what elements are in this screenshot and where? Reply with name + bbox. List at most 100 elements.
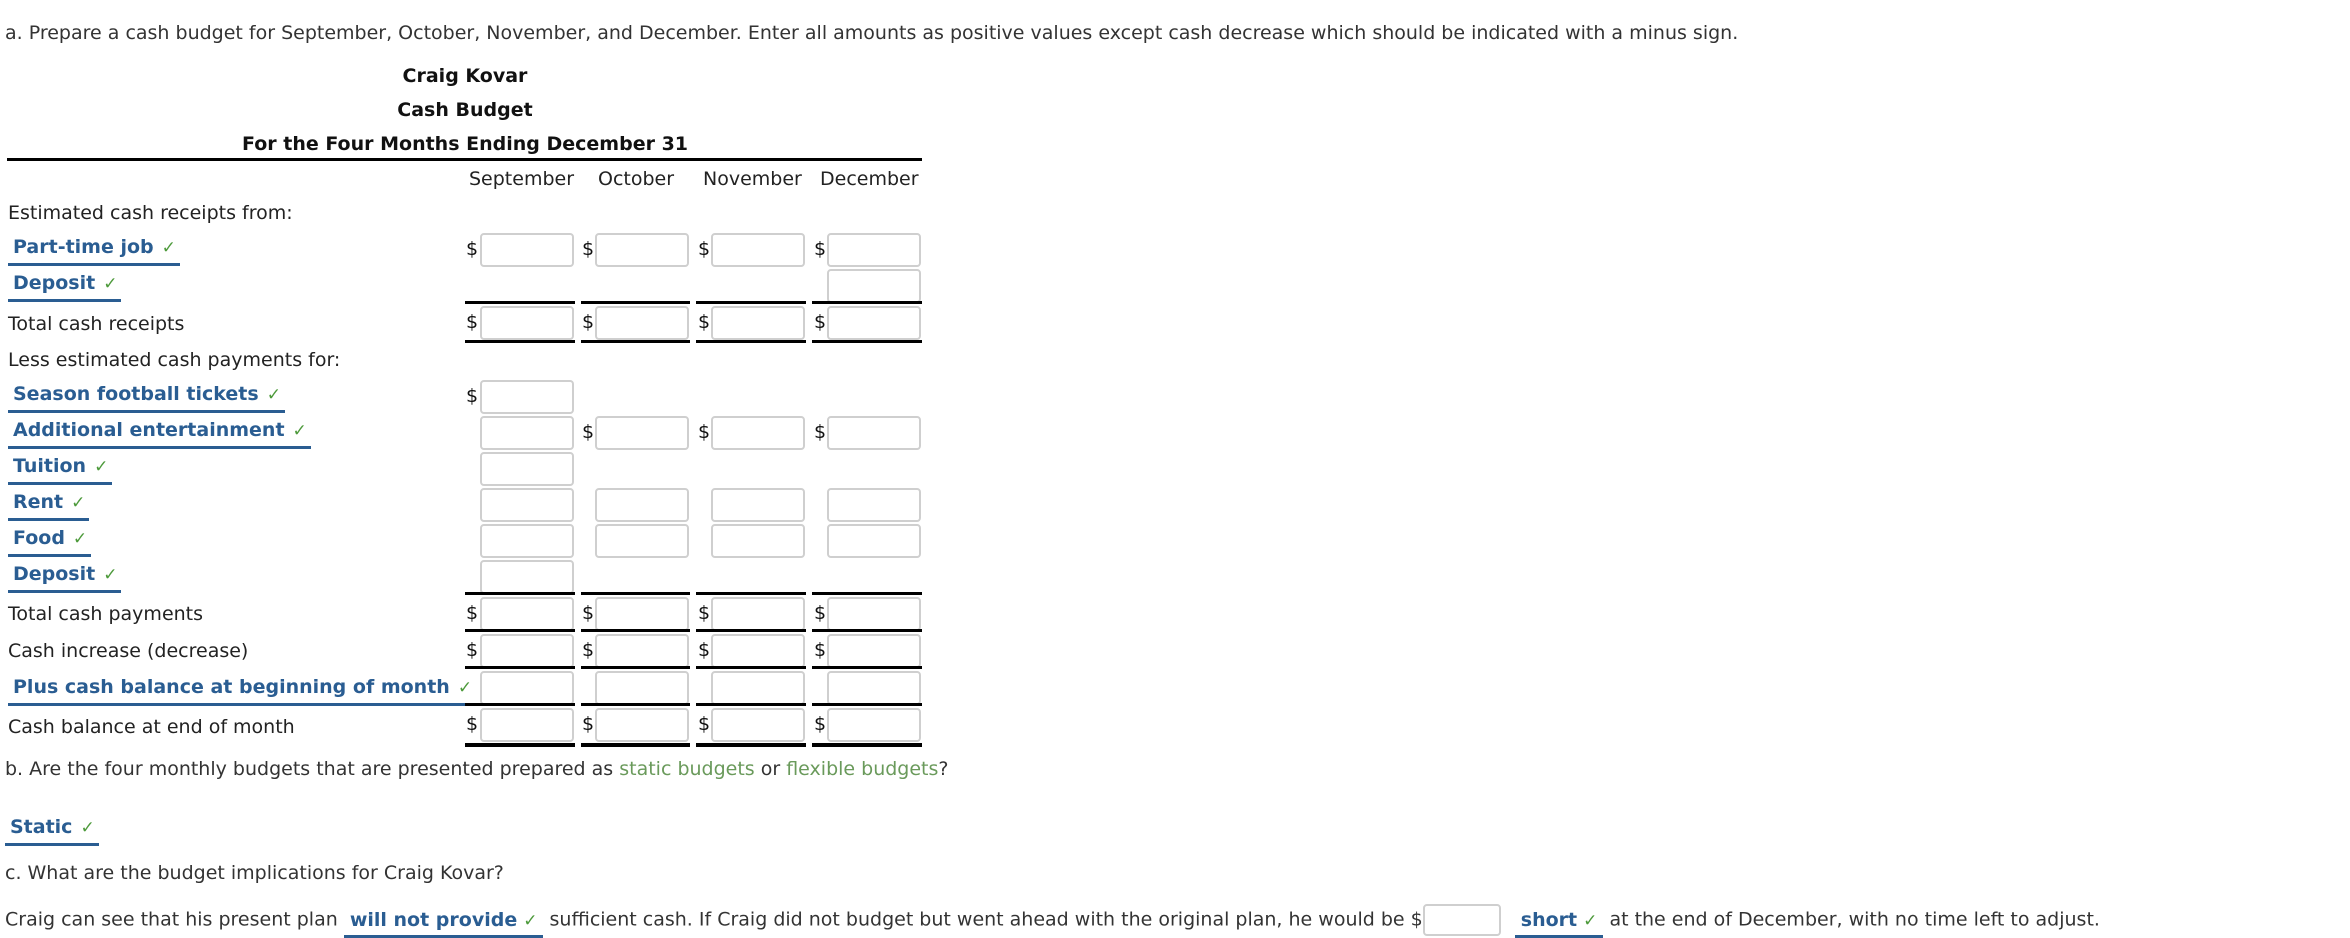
beginning-balance-select[interactable]: Plus cash balance at beginning of month ✓ [8, 676, 477, 706]
cash-change-november-input[interactable] [711, 634, 805, 668]
dollar-sign: $ [466, 385, 479, 407]
month-header-december: December [820, 168, 919, 190]
dollar-sign: $ [582, 713, 595, 735]
header-rule [7, 158, 922, 161]
total-rule [696, 629, 806, 632]
budget-type-select-value: Static [10, 816, 73, 838]
payment-6-september-input[interactable] [480, 560, 574, 594]
payment-3-september-input[interactable] [480, 452, 574, 486]
dollar-sign: $ [814, 311, 827, 333]
payment-5-november-input[interactable] [711, 524, 805, 558]
check-icon: ✓ [103, 274, 118, 294]
total-payments-october-input[interactable] [595, 597, 689, 631]
total-payments-december-input[interactable] [827, 597, 921, 631]
total-receipts-november-input[interactable] [711, 306, 805, 340]
payment-select-2[interactable]: Additional entertainment ✓ [8, 419, 311, 449]
dollar-sign: $ [582, 602, 595, 624]
total-rule [812, 301, 922, 304]
beginning-balance-october-input[interactable] [595, 671, 689, 705]
total-receipts-september-input[interactable] [480, 306, 574, 340]
beginning-balance-december-input[interactable] [827, 671, 921, 705]
total-payments-september-input[interactable] [480, 597, 574, 631]
payment-5-september-input[interactable] [480, 524, 574, 558]
receipt-1-december-input[interactable] [827, 233, 921, 267]
payment-select-5[interactable]: Food ✓ [8, 527, 92, 557]
total-receipts-december-input[interactable] [827, 306, 921, 340]
check-icon: ✓ [72, 529, 88, 549]
static-budgets-term[interactable]: static budgets [619, 758, 754, 780]
payment-4-october-input[interactable] [595, 488, 689, 522]
receipt-1-september-input[interactable] [480, 233, 574, 267]
end-balance-december-input[interactable] [827, 708, 921, 742]
check-icon: ✓ [94, 457, 109, 477]
receipt-2-december-input[interactable] [827, 269, 921, 303]
payment-1-september-input[interactable] [480, 380, 574, 414]
payment-5-october-input[interactable] [595, 524, 689, 558]
shortfall-amount-input[interactable] [1422, 904, 1501, 936]
end-balance-november-input[interactable] [711, 708, 805, 742]
beginning-balance-select-value: Plus cash balance at beginning of month [13, 676, 450, 698]
end-balance-october-input[interactable] [595, 708, 689, 742]
dollar-sign: $ [698, 602, 711, 624]
dollar-sign: $ [814, 421, 827, 443]
payment-2-december-input[interactable] [827, 416, 921, 450]
total-receipts-october-input[interactable] [595, 306, 689, 340]
sentence-part-2: sufficient cash. If Craig did not budget… [549, 908, 1423, 931]
dollar-sign: $ [698, 639, 711, 661]
payment-4-september-input[interactable] [480, 488, 574, 522]
sentence-part-3: at the end of December, with no time lef… [1609, 908, 2100, 931]
payment-2-october-input[interactable] [595, 416, 689, 450]
total-payments-november-input[interactable] [711, 597, 805, 631]
cash-change-september-input[interactable] [480, 634, 574, 668]
month-header-october: October [598, 168, 675, 190]
double-underline-rule [696, 743, 806, 747]
beginning-balance-september-input[interactable] [480, 671, 574, 705]
plan-outcome-select-value: will not provide [349, 908, 518, 931]
total-rule [465, 629, 575, 632]
payment-2-september-input[interactable] [480, 416, 574, 450]
dollar-sign: $ [466, 602, 479, 624]
flexible-budgets-term[interactable]: flexible budgets [786, 758, 938, 780]
receipt-select-1[interactable]: Part-time job ✓ [8, 236, 180, 266]
statement-title: Cash Budget [397, 99, 533, 121]
dollar-sign: $ [466, 713, 479, 735]
part-b-text: or [754, 758, 787, 780]
payment-2-november-input[interactable] [711, 416, 805, 450]
receipt-1-november-input[interactable] [711, 233, 805, 267]
total-rule [696, 340, 806, 343]
cash-change-october-input[interactable] [595, 634, 689, 668]
payment-select-4-value: Rent [13, 491, 64, 513]
total-rule [812, 629, 922, 632]
check-icon: ✓ [457, 678, 473, 698]
payment-select-1-value: Season football tickets [13, 383, 259, 405]
end-balance-september-input[interactable] [480, 708, 574, 742]
check-icon: ✓ [80, 818, 95, 838]
receipt-1-october-input[interactable] [595, 233, 689, 267]
payment-select-4[interactable]: Rent ✓ [8, 491, 90, 521]
check-icon: ✓ [161, 238, 176, 258]
beginning-balance-november-input[interactable] [711, 671, 805, 705]
payment-select-6[interactable]: Deposit ✓ [8, 563, 122, 593]
payment-select-6-value: Deposit [13, 563, 96, 585]
total-rule [812, 340, 922, 343]
dollar-sign: $ [698, 421, 711, 443]
statement-period: For the Four Months Ending December 31 [241, 133, 689, 155]
dollar-sign: $ [814, 602, 827, 624]
receipt-select-2[interactable]: Deposit ✓ [8, 272, 122, 302]
payment-select-1[interactable]: Season football tickets ✓ [8, 383, 285, 413]
total-rule [812, 592, 922, 595]
payment-select-3[interactable]: Tuition ✓ [8, 455, 113, 485]
budget-type-select[interactable]: Static ✓ [5, 816, 99, 846]
check-icon: ✓ [266, 385, 281, 405]
shortfall-type-select[interactable]: short ✓ [1514, 908, 1604, 938]
plan-outcome-select[interactable]: will not provide ✓ [343, 908, 544, 938]
payment-4-december-input[interactable] [827, 488, 921, 522]
month-header-september: September [469, 168, 575, 190]
payment-5-december-input[interactable] [827, 524, 921, 558]
check-icon: ✓ [103, 565, 118, 585]
cash-change-december-input[interactable] [827, 634, 921, 668]
payment-select-2-value: Additional entertainment [13, 419, 285, 441]
part-a-instructions: a. Prepare a cash budget for September, … [5, 22, 1739, 44]
payment-4-november-input[interactable] [711, 488, 805, 522]
payment-select-5-value: Food [13, 527, 65, 549]
